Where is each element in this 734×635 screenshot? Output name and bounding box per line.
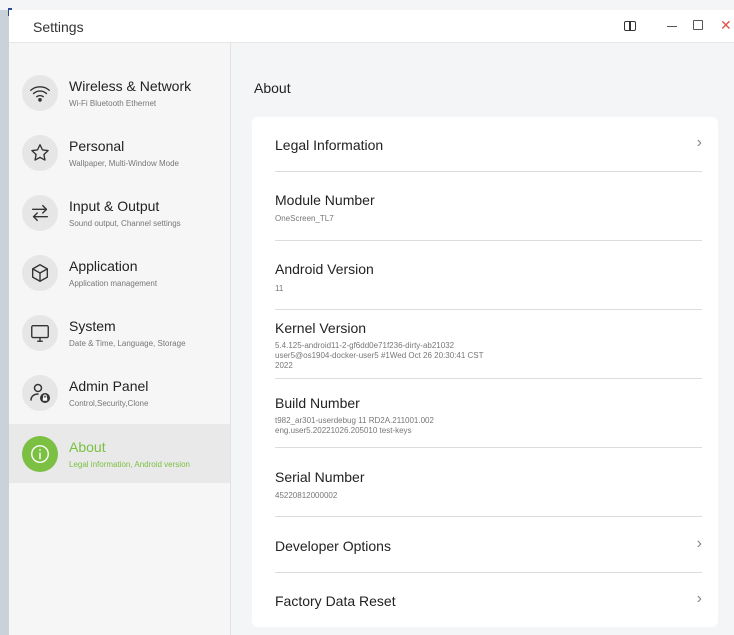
- sidebar-item-subtitle: Legal information, Android version: [69, 460, 190, 469]
- row-value-line: eng.user5.20221026.205010 test-keys: [275, 426, 412, 435]
- page-title: About: [254, 80, 291, 96]
- info-icon: [22, 436, 58, 472]
- row-value: 11: [275, 284, 284, 293]
- sidebar-item-subtitle: Control,Security,Clone: [69, 399, 149, 408]
- row-title: Kernel Version: [275, 320, 367, 336]
- kernel-version-row: Kernel Version 5.4.125-android11-2-gf6dd…: [275, 310, 702, 379]
- main-content: About Legal Information › Module Number …: [231, 43, 734, 635]
- sidebar-item-system[interactable]: System Date & Time, Language, Storage: [9, 303, 230, 362]
- sidebar-item-input-output[interactable]: Input & Output Sound output, Channel set…: [9, 183, 230, 242]
- chevron-right-icon: ›: [696, 535, 702, 552]
- sidebar-item-subtitle: Wi-Fi Bluetooth Ethernet: [69, 99, 157, 108]
- cube-icon: [22, 255, 58, 291]
- row-value-line: t982_ar301-userdebug 11 RD2A.211001.002: [275, 416, 434, 425]
- close-icon[interactable]: ✕: [720, 17, 732, 33]
- sidebar-item-title: About: [69, 439, 106, 455]
- about-card: Legal Information › Module Number OneScr…: [252, 117, 718, 627]
- minimize-icon[interactable]: [667, 17, 677, 33]
- row-title: Android Version: [275, 261, 374, 277]
- row-title: Factory Data Reset: [275, 593, 396, 609]
- wifi-icon: [22, 75, 58, 111]
- row-value-line: 5.4.125-android11-2-gf6dd0e71f236-dirty-…: [275, 341, 455, 350]
- admin-user-lock-icon: [22, 375, 58, 411]
- sidebar-item-title: Input & Output: [69, 198, 160, 214]
- sidebar-item-subtitle: Application management: [69, 279, 158, 288]
- sidebar-item-subtitle: Sound output, Channel settings: [69, 219, 181, 228]
- chevron-right-icon: ›: [696, 590, 702, 607]
- module-number-row: Module Number OneScreen_TL7: [275, 172, 702, 241]
- row-title: Build Number: [275, 395, 360, 411]
- sidebar-item-title: Personal: [69, 138, 125, 154]
- row-title: Module Number: [275, 192, 375, 208]
- maximize-icon[interactable]: [693, 17, 703, 33]
- sidebar-item-subtitle: Wallpaper, Multi-Window Mode: [69, 159, 179, 168]
- android-version-row: Android Version 11: [275, 241, 702, 310]
- chevron-right-icon: ›: [696, 134, 702, 151]
- sidebar-item-title: Application: [69, 258, 138, 274]
- monitor-icon: [22, 315, 58, 351]
- sidebar-item-title: System: [69, 318, 116, 334]
- sidebar-item-personal[interactable]: Personal Wallpaper, Multi-Window Mode: [9, 123, 230, 182]
- sidebar-item-application[interactable]: Application Application management: [9, 243, 230, 302]
- desktop-background: [0, 0, 734, 16]
- row-title: Developer Options: [275, 538, 391, 554]
- sidebar-item-title: Admin Panel: [69, 378, 149, 394]
- row-value-line: 2022: [275, 361, 293, 370]
- split-screen-icon[interactable]: [624, 17, 636, 33]
- factory-data-reset-row[interactable]: Factory Data Reset ›: [275, 573, 702, 627]
- sidebar-item-subtitle: Date & Time, Language, Storage: [69, 339, 186, 348]
- row-value: 45220812000002: [275, 491, 338, 500]
- row-value-line: user5@os1904-docker-user5 #1Wed Oct 26 2…: [275, 351, 484, 360]
- sidebar-item-admin-panel[interactable]: Admin Panel Control,Security,Clone: [9, 363, 230, 422]
- sidebar-item-about[interactable]: About Legal information, Android version: [9, 424, 230, 483]
- serial-number-row: Serial Number 45220812000002: [275, 448, 702, 517]
- developer-options-row[interactable]: Developer Options ›: [275, 517, 702, 573]
- sidebar: Wireless & Network Wi-Fi Bluetooth Ether…: [9, 43, 231, 635]
- build-number-row: Build Number t982_ar301-userdebug 11 RD2…: [275, 379, 702, 448]
- row-title: Serial Number: [275, 469, 365, 485]
- window-title: Settings: [33, 19, 84, 35]
- sidebar-item-title: Wireless & Network: [69, 78, 192, 94]
- row-value: OneScreen_TL7: [275, 214, 334, 223]
- row-title: Legal Information: [275, 137, 384, 153]
- legal-information-row[interactable]: Legal Information ›: [275, 117, 702, 172]
- sidebar-item-wireless-network[interactable]: Wireless & Network Wi-Fi Bluetooth Ether…: [9, 63, 230, 122]
- swap-arrows-icon: [22, 195, 58, 231]
- star-icon: [22, 135, 58, 171]
- title-bar: Settings ✕: [9, 10, 734, 43]
- settings-window: Settings ✕ Wireless & Network Wi-Fi Blue…: [9, 10, 734, 635]
